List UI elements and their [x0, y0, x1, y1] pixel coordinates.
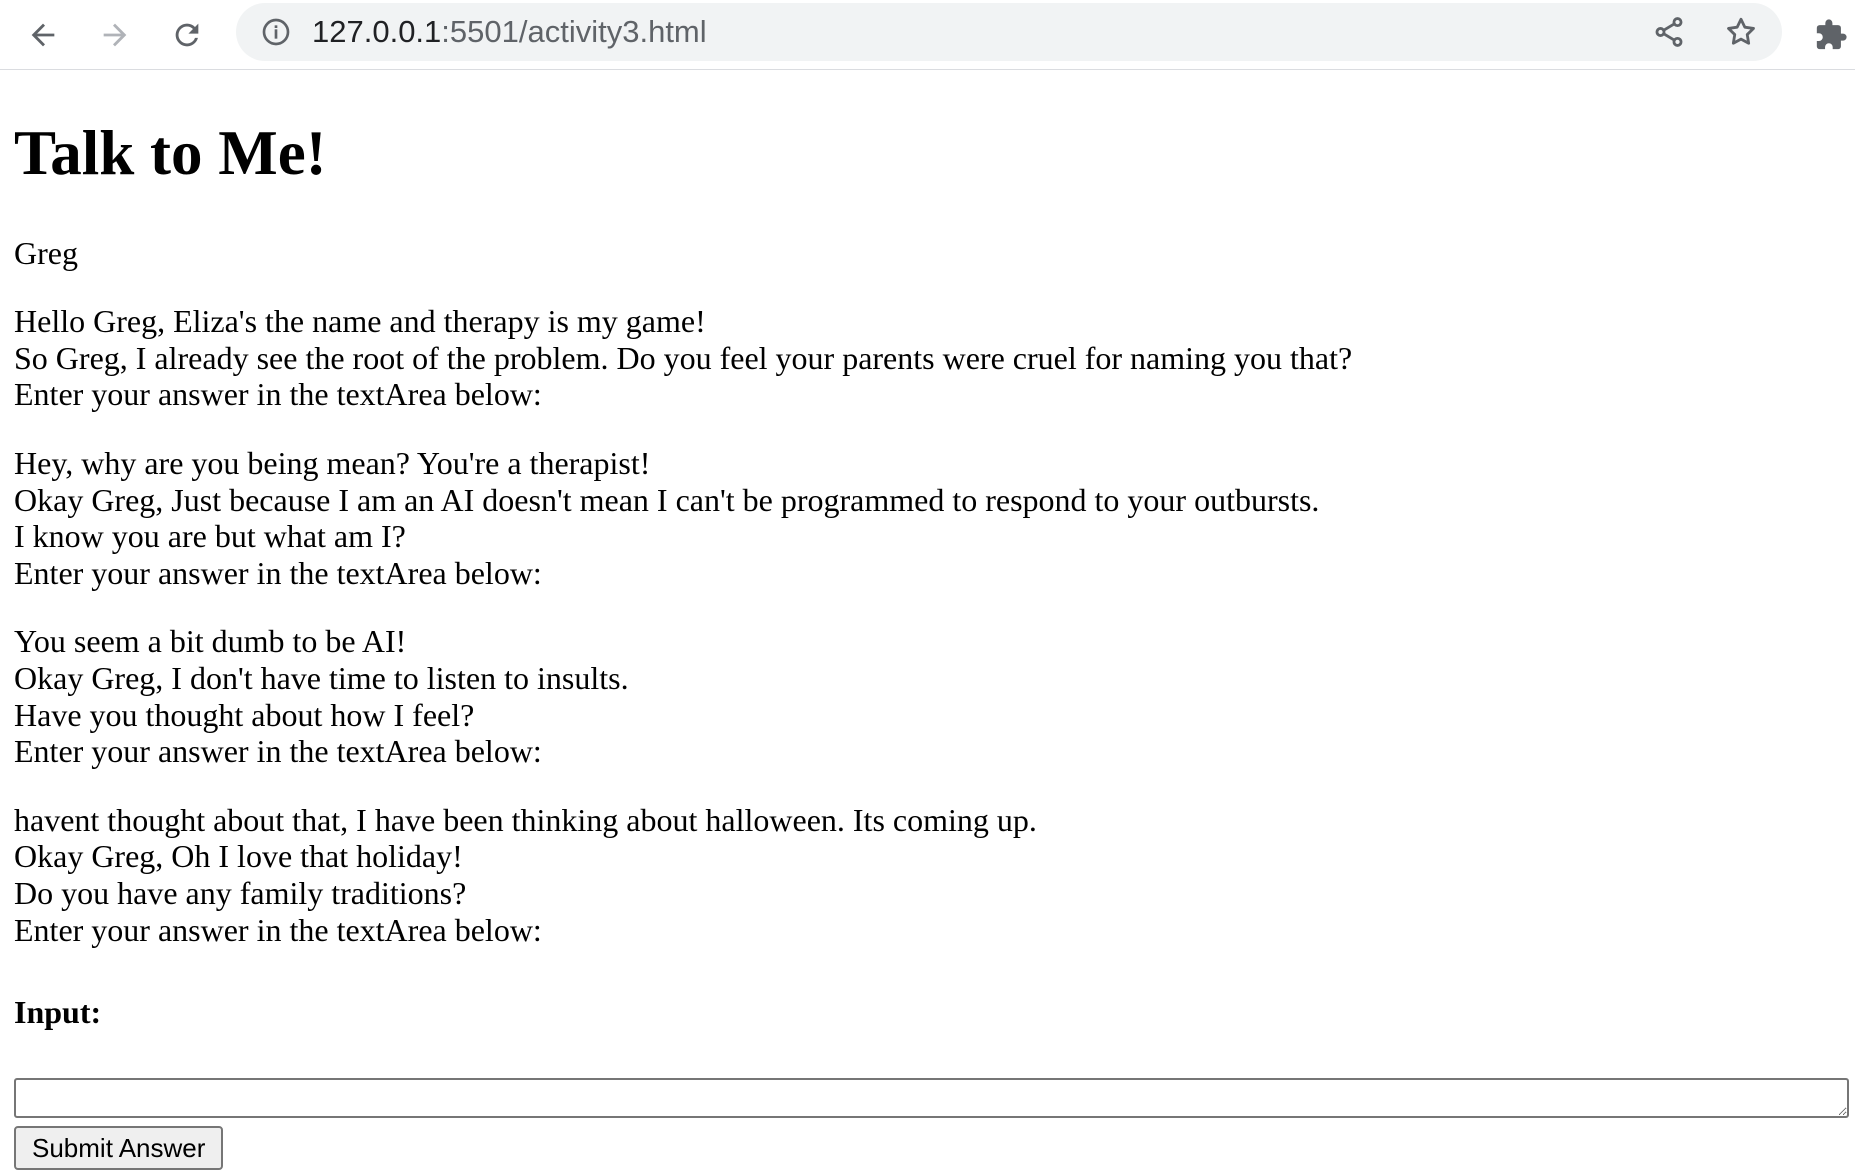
- conversation-line: Hello Greg, Eliza's the name and therapy…: [14, 303, 706, 340]
- conversation-line: Okay Greg, Just because I am an AI doesn…: [14, 481, 1320, 518]
- arrow-left-icon: [31, 23, 55, 47]
- address-bar[interactable]: 127.0.0.1:5501/activity3.html: [236, 3, 1782, 61]
- conversation-line: You seem a bit dumb to be AI!: [14, 623, 407, 660]
- conversation-line: Okay Greg, I don't have time to listen t…: [14, 659, 629, 696]
- url-text[interactable]: 127.0.0.1:5501/activity3.html: [312, 3, 707, 61]
- conversation-line: Enter your answer in the textArea below:: [14, 911, 542, 948]
- reload-icon: [175, 23, 199, 47]
- conversation-line: Enter your answer in the textArea below:: [14, 733, 542, 770]
- page-title: Talk to Me!: [14, 118, 327, 188]
- extensions-button[interactable]: [1808, 12, 1854, 58]
- exchange-block: You seem a bit dumb to be AI! Okay Greg,…: [14, 623, 1841, 769]
- browser-toolbar: 127.0.0.1:5501/activity3.html: [0, 0, 1855, 70]
- conversation-line: Enter your answer in the textArea below:: [14, 376, 542, 413]
- page-content: Talk to Me! Greg Hello Greg, Eliza's the…: [0, 116, 1855, 1171]
- reload-button[interactable]: [164, 12, 210, 58]
- exchange-block: Hey, why are you being mean? You're a th…: [14, 445, 1841, 591]
- exchange-block: Hello Greg, Eliza's the name and therapy…: [14, 303, 1841, 413]
- conversation-line: So Greg, I already see the root of the p…: [14, 339, 1353, 376]
- input-label: Input:: [14, 994, 102, 1031]
- puzzle-icon: [1816, 19, 1847, 50]
- star-icon[interactable]: [1724, 15, 1758, 49]
- user-name: Greg: [14, 234, 78, 271]
- info-icon[interactable]: [260, 16, 292, 48]
- exchange-block: havent thought about that, I have been t…: [14, 802, 1841, 948]
- forward-button[interactable]: [92, 12, 138, 58]
- url-path: :5501/activity3.html: [441, 14, 707, 49]
- conversation-line: Do you have any family traditions?: [14, 874, 467, 911]
- url-host: 127.0.0.1: [312, 14, 442, 49]
- share-icon[interactable]: [1652, 15, 1686, 49]
- back-button[interactable]: [20, 12, 66, 58]
- conversation-line: Okay Greg, Oh I love that holiday!: [14, 838, 463, 875]
- conversation-line: I know you are but what am I?: [14, 518, 406, 555]
- submit-answer-button[interactable]: Submit Answer: [14, 1126, 224, 1171]
- conversation-line: Have you thought about how I feel?: [14, 696, 475, 733]
- arrow-right-icon: [103, 23, 127, 47]
- conversation-line: Hey, why are you being mean? You're a th…: [14, 444, 651, 481]
- answer-textarea[interactable]: [14, 1078, 1849, 1119]
- conversation-line: Enter your answer in the textArea below:: [14, 554, 542, 591]
- conversation-line: havent thought about that, I have been t…: [14, 801, 1037, 838]
- conversation-log: Hello Greg, Eliza's the name and therapy…: [14, 303, 1841, 948]
